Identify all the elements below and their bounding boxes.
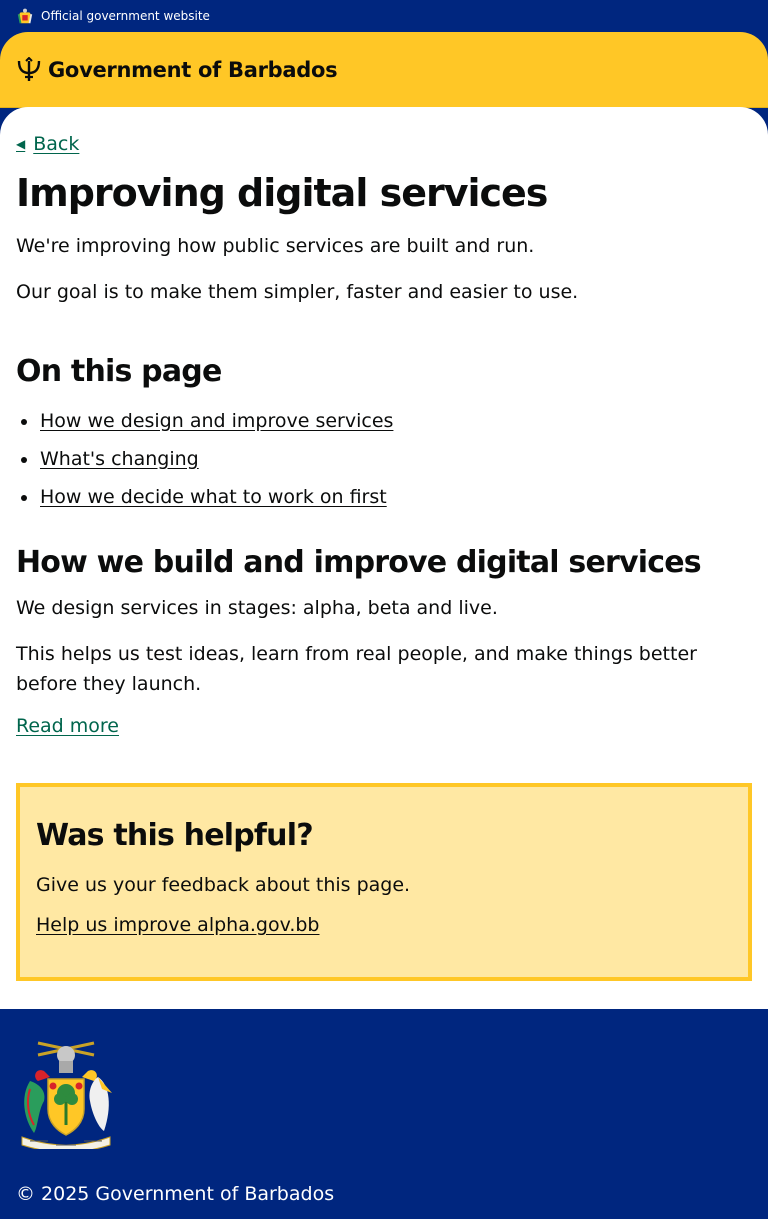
toc-item: What's changing <box>21 440 752 478</box>
official-banner-text: Official government website <box>41 9 210 23</box>
official-banner: Official government website <box>0 0 768 32</box>
feedback-heading: Was this helpful? <box>36 817 314 853</box>
intro: We're improving how public services are … <box>16 231 752 307</box>
intro-paragraph: Our goal is to make them simpler, faster… <box>16 280 579 303</box>
toc-list: How we design and improve services What'… <box>16 402 752 516</box>
site-title[interactable]: Government of Barbados <box>48 58 338 82</box>
section-paragraph: We design services in stages: alpha, bet… <box>16 596 498 619</box>
toc-link-whats-changing[interactable]: What's changing <box>40 448 199 470</box>
section-heading: How we build and improve digital service… <box>16 544 702 580</box>
arrow-left-icon: ◀ <box>16 137 26 151</box>
copyright: © 2025 Government of Barbados <box>16 1183 335 1205</box>
coat-of-arms-icon <box>17 8 33 24</box>
read-more-link[interactable]: Read more <box>16 715 119 737</box>
page-title: Improving digital services <box>16 171 548 215</box>
toc-link-design-services[interactable]: How we design and improve services <box>40 410 393 432</box>
back-link[interactable]: ◀ Back <box>16 133 79 155</box>
toc-item: How we decide what to work on first <box>21 478 752 516</box>
feedback-link[interactable]: Help us improve alpha.gov.bb <box>36 914 320 936</box>
section-paragraph: This helps us test ideas, learn from rea… <box>16 642 697 695</box>
feedback-text: Give us your feedback about this page. <box>36 873 411 896</box>
back-link-label: Back <box>33 133 80 155</box>
toc-item: How we design and improve services <box>21 402 752 440</box>
main-content: ◀ Back Improving digital services We're … <box>0 107 768 1009</box>
toc-heading: On this page <box>16 353 222 389</box>
coat-of-arms-icon <box>21 1041 112 1149</box>
site-footer: © 2025 Government of Barbados <box>0 1009 768 1219</box>
trident-icon <box>17 56 41 81</box>
intro-paragraph: We're improving how public services are … <box>16 234 535 257</box>
feedback-panel: Was this helpful? Give us your feedback … <box>16 782 752 981</box>
toc-link-decide-priorities[interactable]: How we decide what to work on first <box>40 486 387 508</box>
site-header: Government of Barbados <box>0 32 768 108</box>
build-section: How we build and improve digital service… <box>16 546 752 737</box>
